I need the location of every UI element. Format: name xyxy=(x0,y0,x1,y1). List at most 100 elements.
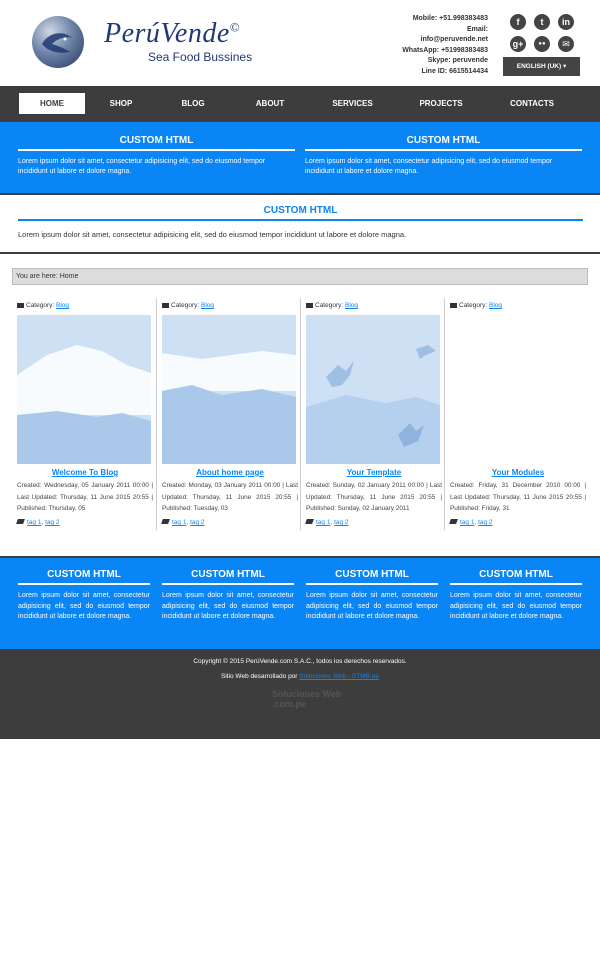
article-image[interactable] xyxy=(17,315,151,464)
article-meta: Created: Wednesday, 05 January 2011 00:0… xyxy=(17,482,153,512)
module-title: CUSTOM HTML xyxy=(450,569,582,585)
nav-projects[interactable]: PROJECTS xyxy=(411,93,471,114)
article-card: Category: Blog Welcome To Blog Created: … xyxy=(16,300,153,526)
folder-icon xyxy=(162,302,169,308)
module-text: Lorem ipsum dolor sit amet, consectetur … xyxy=(306,592,438,620)
article-meta: Created: Friday, 31 December 2010 00:00 … xyxy=(450,482,586,512)
custom-html-module: CUSTOM HTML Lorem ipsum dolor sit amet, … xyxy=(18,569,150,623)
module-text: Lorem ipsum dolor sit amet, consectetur … xyxy=(450,592,582,620)
category-link[interactable]: Blog xyxy=(345,302,358,309)
nav-about[interactable]: ABOUT xyxy=(245,93,295,114)
contact-info: Mobile: +51.998383483 Email: info@peruve… xyxy=(402,14,488,77)
module-title: CUSTOM HTML xyxy=(18,205,583,221)
custom-html-module: CUSTOM HTML Lorem ipsum dolor sit amet, … xyxy=(305,135,582,177)
bottom-modules: CUSTOM HTML Lorem ipsum dolor sit amet, … xyxy=(0,558,600,649)
category-link[interactable]: Blog xyxy=(489,302,502,309)
article-tags: tag 1, tag 2 xyxy=(449,519,586,526)
module-text: Lorem ipsum dolor sit amet, consectetur … xyxy=(18,592,150,620)
nav-services[interactable]: SERVICES xyxy=(325,93,380,114)
divider xyxy=(0,252,600,254)
folder-icon xyxy=(306,302,313,308)
module-text: Lorem ipsum dolor sit amet, consectetur … xyxy=(18,230,407,239)
site-header: PerúVende© Sea Food Bussines Mobile: +51… xyxy=(0,0,600,86)
article-category: Category: Blog xyxy=(450,300,586,312)
top-modules: CUSTOM HTML Lorem ipsum dolor sit amet, … xyxy=(0,122,600,193)
mail-icon[interactable]: ✉ xyxy=(558,36,574,52)
article-tags: tag 1, tag 2 xyxy=(16,519,153,526)
developer-link[interactable]: Soluciones Web - STMB.pe xyxy=(299,673,379,680)
tag-link[interactable]: tag 2 xyxy=(334,519,348,526)
footer-logo[interactable]: Soluciones Web .com.pe xyxy=(272,689,352,719)
flickr-icon[interactable]: ●● xyxy=(534,36,550,52)
nav-blog[interactable]: BLOG xyxy=(168,93,218,114)
custom-html-module-wide: CUSTOM HTML Lorem ipsum dolor sit amet, … xyxy=(18,205,583,239)
article-title[interactable]: Your Template xyxy=(306,468,442,477)
module-title: CUSTOM HTML xyxy=(162,569,294,585)
module-text: Lorem ipsum dolor sit amet, consectetur … xyxy=(162,592,294,620)
nav-home[interactable]: HOME xyxy=(19,93,85,114)
article-title[interactable]: Welcome To Blog xyxy=(17,468,153,477)
article-title[interactable]: About home page xyxy=(162,468,298,477)
module-text: Lorem ipsum dolor sit amet, consectetur … xyxy=(305,158,553,175)
twitter-icon[interactable]: t xyxy=(534,14,550,30)
contact-email-label: Email: xyxy=(466,25,488,33)
article-category: Category: Blog xyxy=(17,300,153,312)
folder-icon xyxy=(17,302,24,308)
tag-link[interactable]: tag 2 xyxy=(190,519,204,526)
tag-link[interactable]: tag 1 xyxy=(460,519,474,526)
article-category: Category: Blog xyxy=(306,300,442,312)
nav-shop[interactable]: SHOP xyxy=(96,93,146,114)
article-tags: tag 1, tag 2 xyxy=(161,519,298,526)
module-title: CUSTOM HTML xyxy=(18,569,150,585)
column-separator xyxy=(156,298,157,530)
site-footer: Copyright © 2015 PerúVende.com S.A.C., t… xyxy=(0,649,600,739)
category-link[interactable]: Blog xyxy=(201,302,214,309)
module-title: CUSTOM HTML xyxy=(306,569,438,585)
main-nav: HOME SHOP BLOG ABOUT SERVICES PROJECTS C… xyxy=(0,86,600,122)
nav-contacts[interactable]: CONTACTS xyxy=(499,93,565,114)
tag-link[interactable]: tag 2 xyxy=(45,519,59,526)
custom-html-module: CUSTOM HTML Lorem ipsum dolor sit amet, … xyxy=(162,569,294,623)
article-meta: Created: Sunday, 02 January 2011 00:00 |… xyxy=(306,482,442,512)
contact-email[interactable]: info@peruvende.net xyxy=(402,35,489,46)
logo-title[interactable]: PerúVende© xyxy=(104,18,240,50)
article-card: Category: Blog About home page Created: … xyxy=(161,300,298,526)
article-card: Category: Blog Your Template Created: Su… xyxy=(305,300,442,526)
folder-icon xyxy=(450,302,457,308)
contact-skype: Skype: peruvende xyxy=(427,57,488,64)
logo-subtitle: Sea Food Bussines xyxy=(148,50,253,64)
article-meta: Created: Monday, 03 January 2011 00:00 |… xyxy=(162,482,298,512)
tag-icon xyxy=(449,519,458,524)
developer-credit: Sitio Web desarrollado por Soluciones We… xyxy=(220,673,380,680)
tag-link[interactable]: tag 1 xyxy=(172,519,186,526)
facebook-icon[interactable]: f xyxy=(510,14,526,30)
language-select[interactable]: ENGLISH (UK) ▾ xyxy=(503,57,580,76)
article-category: Category: Blog xyxy=(162,300,298,312)
article-image[interactable] xyxy=(450,315,584,464)
article-image[interactable] xyxy=(306,315,440,464)
column-separator xyxy=(300,298,301,530)
divider xyxy=(0,193,600,195)
custom-html-module: CUSTOM HTML Lorem ipsum dolor sit amet, … xyxy=(18,135,295,177)
category-link[interactable]: Blog xyxy=(56,302,69,309)
article-tags: tag 1, tag 2 xyxy=(305,519,442,526)
copyright-text: Copyright © 2015 PerúVende.com S.A.C., t… xyxy=(193,658,407,665)
module-title: CUSTOM HTML xyxy=(305,135,582,151)
module-text: Lorem ipsum dolor sit amet, consectetur … xyxy=(18,158,266,175)
tag-link[interactable]: tag 1 xyxy=(316,519,330,526)
breadcrumb: You are here: Home xyxy=(12,268,588,285)
google-plus-icon[interactable]: g+ xyxy=(510,36,526,52)
contact-whatsapp: WhatsApp: +51998383483 xyxy=(402,46,488,54)
tag-link[interactable]: tag 1 xyxy=(27,519,41,526)
article-title[interactable]: Your Modules xyxy=(450,468,586,477)
column-separator xyxy=(444,298,445,530)
tag-icon xyxy=(161,519,170,524)
tag-link[interactable]: tag 2 xyxy=(478,519,492,526)
module-title: CUSTOM HTML xyxy=(18,135,295,151)
article-image[interactable] xyxy=(162,315,296,464)
linkedin-icon[interactable]: in xyxy=(558,14,574,30)
custom-html-module: CUSTOM HTML Lorem ipsum dolor sit amet, … xyxy=(450,569,582,623)
logo-fish-globe-icon[interactable] xyxy=(32,16,84,68)
contact-mobile: Mobile: +51.998383483 xyxy=(412,15,488,22)
tag-icon xyxy=(16,519,25,524)
